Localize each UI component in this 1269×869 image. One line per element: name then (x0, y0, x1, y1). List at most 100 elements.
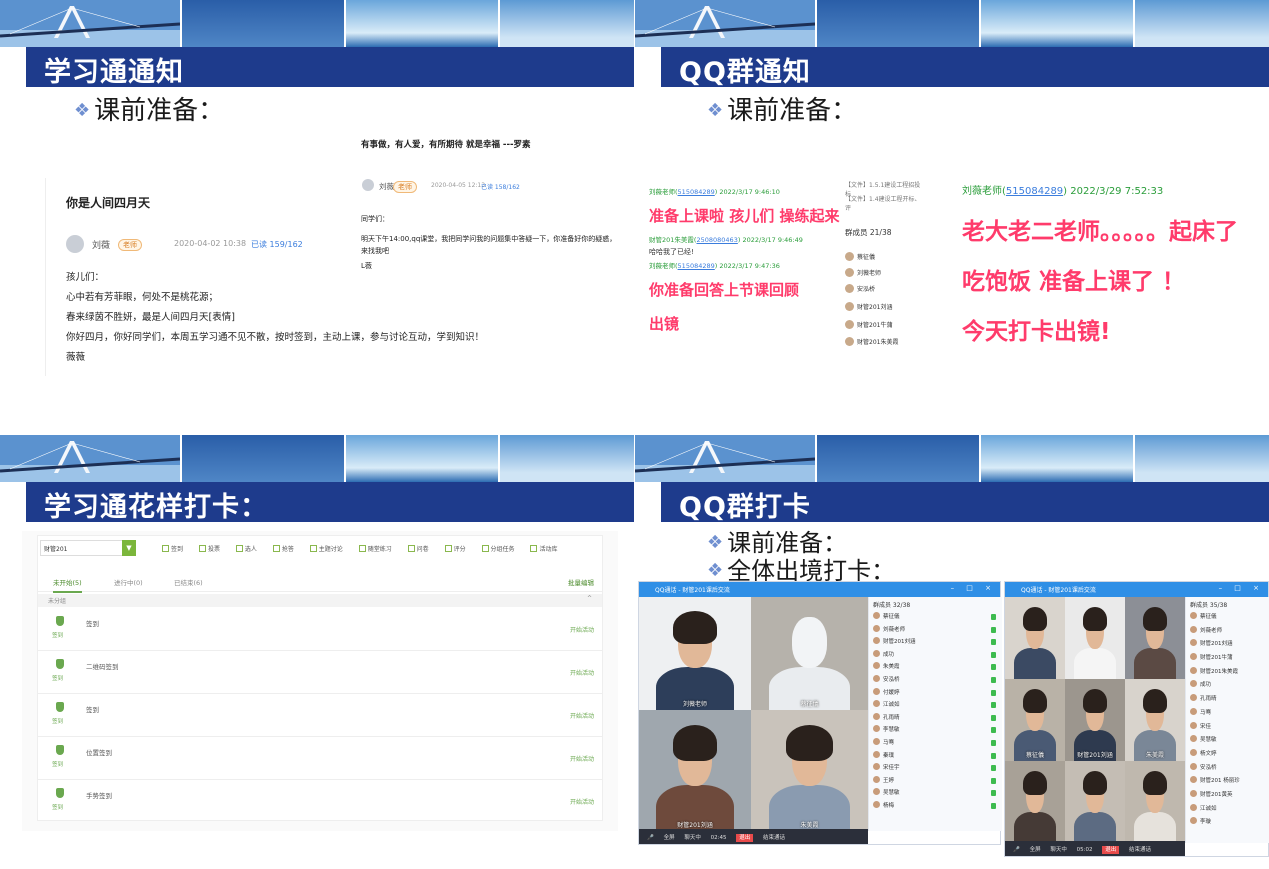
video-tile[interactable] (1005, 597, 1065, 679)
member-item[interactable]: 财管201刘涵 (845, 302, 892, 311)
tool-discussion[interactable]: 主题讨论 (309, 545, 350, 553)
member-item[interactable]: 成功 (869, 649, 1002, 663)
activity-row[interactable]: 签到 二维码签到 开始活动 (38, 651, 602, 694)
tool-library[interactable]: 活动库 (530, 545, 564, 553)
slide-title-bar: QQ群打卡 (661, 482, 1269, 523)
tool-pick[interactable]: 选人 (235, 545, 264, 553)
chat-button[interactable]: 聊天中 (1050, 847, 1067, 853)
member-item[interactable]: 成功 (1186, 680, 1269, 694)
chat-button[interactable]: 聊天中 (684, 835, 701, 841)
member-item[interactable]: 王婷 (869, 775, 1002, 789)
notice-read-count[interactable]: 已读 159/162 (251, 239, 303, 250)
tab-not-started[interactable]: 未开始(5) (53, 577, 82, 593)
member-item[interactable]: 安泓桥 (869, 674, 1002, 688)
member-item[interactable]: 安泓桥 (845, 284, 875, 293)
member-item[interactable]: 李慧敏 (869, 725, 1002, 738)
microphone-icon[interactable]: 🎤 (647, 835, 654, 841)
activity-row[interactable]: 签到 手势签到 开始活动 (38, 780, 602, 823)
member-item[interactable]: 马骞 (1186, 707, 1269, 722)
group-header[interactable]: 未分组 ^ (38, 594, 602, 607)
member-item[interactable]: 朱美霞 (869, 662, 1002, 675)
tab-ended[interactable]: 已结束(6) (174, 577, 203, 587)
start-activity-button[interactable]: 开始活动 (570, 668, 594, 677)
chat-meta: 刘薇老师(515084289) 2022/3/17 9:46:10 (649, 188, 780, 196)
microphone-icon[interactable]: 🎤 (1013, 847, 1020, 853)
window-controls-icon[interactable]: – □ × (1219, 584, 1264, 592)
video-tile[interactable] (1005, 761, 1065, 843)
member-item[interactable]: 财管201牛蒲 (1186, 653, 1269, 667)
member-item[interactable]: 财管201 杨丽珍 (1186, 776, 1269, 790)
notice-body: 孩儿们： 心中若有芳菲眼，何处不是桃花源； 春来绿茵不胜妍，最是人间四月天[表情… (66, 272, 485, 363)
video-tile[interactable] (1065, 761, 1125, 843)
exit-button[interactable]: 退出 (736, 834, 754, 842)
member-item[interactable]: 孔雨晴 (869, 712, 1002, 726)
video-tile[interactable]: 蔡征儀 (1005, 679, 1065, 761)
member-item[interactable]: 安泓桥 (1186, 762, 1269, 777)
member-item[interactable]: 刘薇老师 (1186, 625, 1269, 640)
tool-survey[interactable]: 问卷 (407, 545, 436, 553)
bulk-edit-link[interactable]: 批量编辑 (568, 577, 594, 587)
member-item[interactable]: 江诚如 (1186, 803, 1269, 818)
activity-row[interactable]: 签到 签到 开始活动 (38, 608, 602, 651)
diamond-bullet-icon: ❖ (707, 560, 724, 581)
video-tile[interactable] (1065, 597, 1125, 679)
video-tile[interactable]: 朱美霞 (1125, 679, 1185, 761)
member-item[interactable]: 杨梅 (869, 800, 1002, 814)
member-item[interactable]: 财管201黄英 (1186, 789, 1269, 804)
member-item[interactable]: 财管201朱美霞 (845, 337, 898, 346)
member-item[interactable]: 付媛婷 (869, 687, 1002, 701)
member-item[interactable]: 江诚如 (869, 700, 1002, 713)
member-item[interactable]: 财管201刘涵 (1186, 639, 1269, 653)
avatar (66, 235, 84, 253)
chevron-up-icon[interactable]: ^ (587, 595, 592, 602)
member-item[interactable]: 宋佳 (1186, 721, 1269, 736)
member-item[interactable]: 杨文婷 (1186, 748, 1269, 763)
end-call-button[interactable]: 结束通话 (1129, 847, 1151, 853)
start-activity-button[interactable]: 开始活动 (570, 711, 594, 720)
activity-row[interactable]: 签到 签到 开始活动 (38, 694, 602, 737)
tab-in-progress[interactable]: 进行中(0) (114, 577, 143, 587)
tool-score[interactable]: 评分 (444, 545, 473, 553)
tool-vote[interactable]: 投票 (198, 545, 227, 553)
video-tile[interactable] (1125, 597, 1185, 679)
start-activity-button[interactable]: 开始活动 (570, 797, 594, 806)
activity-toolbar: 签到 投票 选人 抢答 主题讨论 随堂练习 问卷 评分 分组任务 活动库 (162, 544, 571, 553)
tool-checkin[interactable]: 签到 (162, 545, 190, 553)
video-tile[interactable]: 财管201刘涵 (1065, 679, 1125, 761)
video-tile[interactable] (1125, 761, 1185, 843)
window-controls-icon[interactable]: – □ × (951, 584, 996, 592)
tool-group-task[interactable]: 分组任务 (481, 545, 522, 553)
video-tile[interactable]: 财管201刘涵 (639, 710, 751, 831)
start-activity-button[interactable]: 开始活动 (570, 754, 594, 763)
member-item[interactable]: 马骞 (869, 737, 1002, 751)
fullscreen-button[interactable]: 全屏 (664, 835, 675, 841)
video-tile[interactable]: 蔡征儀 (751, 597, 868, 710)
member-item[interactable]: 蔡征儀 (869, 612, 1002, 625)
member-item[interactable]: 吴慧敏 (869, 788, 1002, 801)
video-tile[interactable]: 朱美霞 (751, 710, 868, 831)
exit-button[interactable]: 退出 (1102, 846, 1120, 854)
member-item[interactable]: 财管201朱美霞 (1186, 666, 1269, 681)
tool-quick-answer[interactable]: 抢答 (272, 545, 301, 553)
member-item[interactable]: 李璇 (1186, 817, 1269, 831)
chevron-down-icon[interactable]: ▼ (122, 540, 136, 556)
tool-exercise[interactable]: 随堂练习 (358, 545, 399, 553)
message-read-count[interactable]: 已读 158/162 (481, 182, 520, 191)
member-item[interactable]: 刘薇老师 (845, 268, 881, 277)
video-tile[interactable]: 刘薇老师 (639, 597, 751, 710)
member-item[interactable]: 孔雨晴 (1186, 694, 1269, 708)
chat-message: 哈哈我了已经! (649, 248, 694, 256)
file-item[interactable]: 【文件】1.4建设工程开标、评 (845, 194, 925, 212)
fullscreen-button[interactable]: 全屏 (1030, 847, 1041, 853)
start-activity-button[interactable]: 开始活动 (570, 625, 594, 634)
member-item[interactable]: 秦璞 (869, 750, 1002, 764)
member-item[interactable]: 刘薇老师 (869, 624, 1002, 638)
member-item[interactable]: 吴慧敏 (1186, 735, 1269, 749)
member-item[interactable]: 财管201刘涵 (869, 637, 1002, 650)
member-item[interactable]: 蔡征儀 (845, 252, 875, 261)
end-call-button[interactable]: 结束通话 (763, 835, 785, 841)
activity-row[interactable]: 签到 位置签到 开始活动 (38, 737, 602, 780)
member-item[interactable]: 财管201牛蒲 (845, 320, 892, 329)
member-item[interactable]: 蔡征儀 (1186, 612, 1269, 626)
member-item[interactable]: 宋佳宇 (869, 763, 1002, 776)
